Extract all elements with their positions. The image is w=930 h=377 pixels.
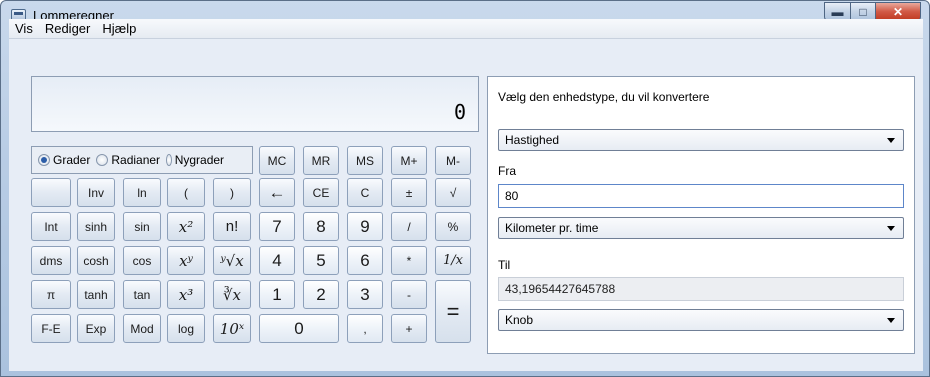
to-value-text: 43,19654427645788 bbox=[505, 282, 616, 296]
unit-type-heading: Vælg den enhedstype, du vil konvertere bbox=[498, 90, 710, 104]
to-unit-value: Knob bbox=[505, 313, 534, 327]
radio-label: Radianer bbox=[111, 153, 161, 167]
mr-button[interactable]: MR bbox=[303, 146, 339, 175]
digit-6-button[interactable]: 6 bbox=[347, 246, 383, 275]
ln-button[interactable]: ln bbox=[123, 178, 161, 207]
minimize-icon: ▬ bbox=[831, 4, 844, 19]
exp-button[interactable]: Exp bbox=[77, 314, 115, 343]
blank-button[interactable] bbox=[31, 178, 71, 207]
unit-type-value: Hastighed bbox=[505, 133, 560, 147]
maximize-icon: □ bbox=[859, 4, 867, 19]
from-value-input[interactable]: 80 bbox=[498, 184, 904, 208]
log-button[interactable]: log bbox=[167, 314, 205, 343]
from-unit-select[interactable]: Kilometer pr. time bbox=[498, 217, 904, 239]
dms-button[interactable]: dms bbox=[31, 246, 71, 275]
tan-button[interactable]: tan bbox=[123, 280, 161, 309]
to-label: Til bbox=[498, 258, 511, 272]
tanh-button[interactable]: tanh bbox=[77, 280, 115, 309]
open-paren-button[interactable]: ( bbox=[167, 178, 205, 207]
digit-2-button[interactable]: 2 bbox=[303, 280, 339, 309]
ten-power-button[interactable]: 10ˣ bbox=[213, 314, 251, 343]
menu-bar: Vis Rediger Hjælp bbox=[9, 19, 923, 39]
factorial-button[interactable]: n! bbox=[213, 212, 251, 241]
ms-button[interactable]: MS bbox=[347, 146, 383, 175]
to-value-output: 43,19654427645788 bbox=[498, 277, 904, 301]
cube-button[interactable]: x³ bbox=[167, 280, 205, 309]
subtract-button[interactable]: - bbox=[391, 280, 427, 309]
yth-root-button[interactable]: ʸ√x bbox=[213, 246, 251, 275]
multiply-button[interactable]: * bbox=[391, 246, 427, 275]
cube-root-button[interactable]: ∛x bbox=[213, 280, 251, 309]
reciprocal-button[interactable]: 1/x bbox=[435, 246, 471, 275]
sin-button[interactable]: sin bbox=[123, 212, 161, 241]
digit-4-button[interactable]: 4 bbox=[259, 246, 295, 275]
m-plus-button[interactable]: M+ bbox=[391, 146, 427, 175]
menu-vis[interactable]: Vis bbox=[9, 19, 39, 38]
radio-radianer[interactable]: Radianer bbox=[96, 153, 160, 167]
digit-1-button[interactable]: 1 bbox=[259, 280, 295, 309]
unit-type-select[interactable]: Hastighed bbox=[498, 129, 904, 151]
digit-9-button[interactable]: 9 bbox=[347, 212, 383, 241]
calculator-window: Lommeregner ▬ □ ✕ Vis Rediger Hjælp 0 Gr… bbox=[0, 0, 930, 377]
dropdown-arrow-icon bbox=[887, 226, 895, 231]
radio-unselected-icon bbox=[96, 154, 109, 166]
cosh-button[interactable]: cosh bbox=[77, 246, 115, 275]
client-area: 0 Grader Radianer Nygrader MC MR MS M+ M… bbox=[9, 39, 923, 371]
from-value-text: 80 bbox=[505, 189, 519, 203]
fe-button[interactable]: F-E bbox=[31, 314, 71, 343]
m-minus-button[interactable]: M- bbox=[435, 146, 471, 175]
to-unit-select[interactable]: Knob bbox=[498, 309, 904, 331]
unit-conversion-panel: Vælg den enhedstype, du vil konvertere H… bbox=[487, 76, 915, 354]
digit-0-button[interactable]: 0 bbox=[259, 314, 339, 343]
sqrt-button[interactable]: √ bbox=[435, 178, 471, 207]
backspace-button[interactable]: ← bbox=[259, 178, 295, 207]
equals-button[interactable]: = bbox=[435, 280, 471, 343]
menu-rediger[interactable]: Rediger bbox=[39, 19, 97, 38]
radio-grader[interactable]: Grader bbox=[38, 153, 90, 167]
plus-minus-button[interactable]: ± bbox=[391, 178, 427, 207]
square-button[interactable]: x² bbox=[167, 212, 205, 241]
radio-label: Grader bbox=[53, 153, 91, 167]
radio-unselected-icon bbox=[166, 154, 172, 166]
percent-button[interactable]: % bbox=[435, 212, 471, 241]
dropdown-arrow-icon bbox=[887, 138, 895, 143]
divide-button[interactable]: / bbox=[391, 212, 427, 241]
ce-button[interactable]: CE bbox=[303, 178, 339, 207]
radio-nygrader[interactable]: Nygrader bbox=[166, 153, 224, 167]
radio-selected-icon bbox=[38, 154, 50, 166]
power-button[interactable]: xʸ bbox=[167, 246, 205, 275]
close-icon: ✕ bbox=[892, 4, 904, 19]
from-unit-value: Kilometer pr. time bbox=[505, 221, 599, 235]
inv-button[interactable]: Inv bbox=[77, 178, 115, 207]
digit-7-button[interactable]: 7 bbox=[259, 212, 295, 241]
calculator-display: 0 bbox=[31, 76, 479, 132]
digit-8-button[interactable]: 8 bbox=[303, 212, 339, 241]
angle-unit-group: Grader Radianer Nygrader bbox=[31, 146, 253, 174]
from-label: Fra bbox=[498, 164, 516, 178]
sinh-button[interactable]: sinh bbox=[77, 212, 115, 241]
mc-button[interactable]: MC bbox=[259, 146, 295, 175]
digit-5-button[interactable]: 5 bbox=[303, 246, 339, 275]
decimal-button[interactable]: , bbox=[347, 314, 383, 343]
c-button[interactable]: C bbox=[347, 178, 383, 207]
int-button[interactable]: Int bbox=[31, 212, 71, 241]
digit-3-button[interactable]: 3 bbox=[347, 280, 383, 309]
add-button[interactable]: + bbox=[391, 314, 427, 343]
pi-button[interactable]: π bbox=[31, 280, 71, 309]
menu-hjaelp[interactable]: Hjælp bbox=[96, 19, 142, 38]
mod-button[interactable]: Mod bbox=[123, 314, 161, 343]
cos-button[interactable]: cos bbox=[123, 246, 161, 275]
dropdown-arrow-icon bbox=[887, 318, 895, 323]
radio-label: Nygrader bbox=[174, 153, 225, 167]
close-paren-button[interactable]: ) bbox=[213, 178, 251, 207]
display-value: 0 bbox=[453, 100, 466, 124]
